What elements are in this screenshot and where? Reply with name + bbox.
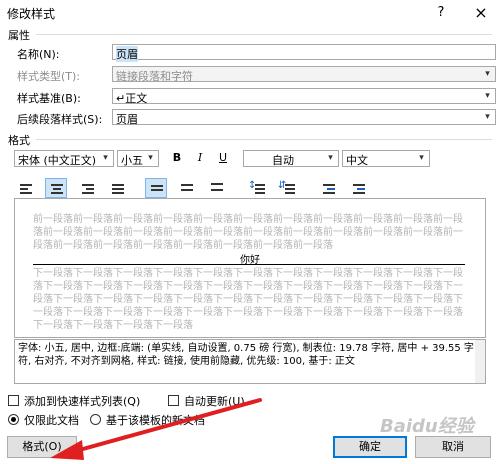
annotation-arrow: [50, 398, 262, 460]
watermark-logo: Baidu经验: [380, 416, 474, 437]
